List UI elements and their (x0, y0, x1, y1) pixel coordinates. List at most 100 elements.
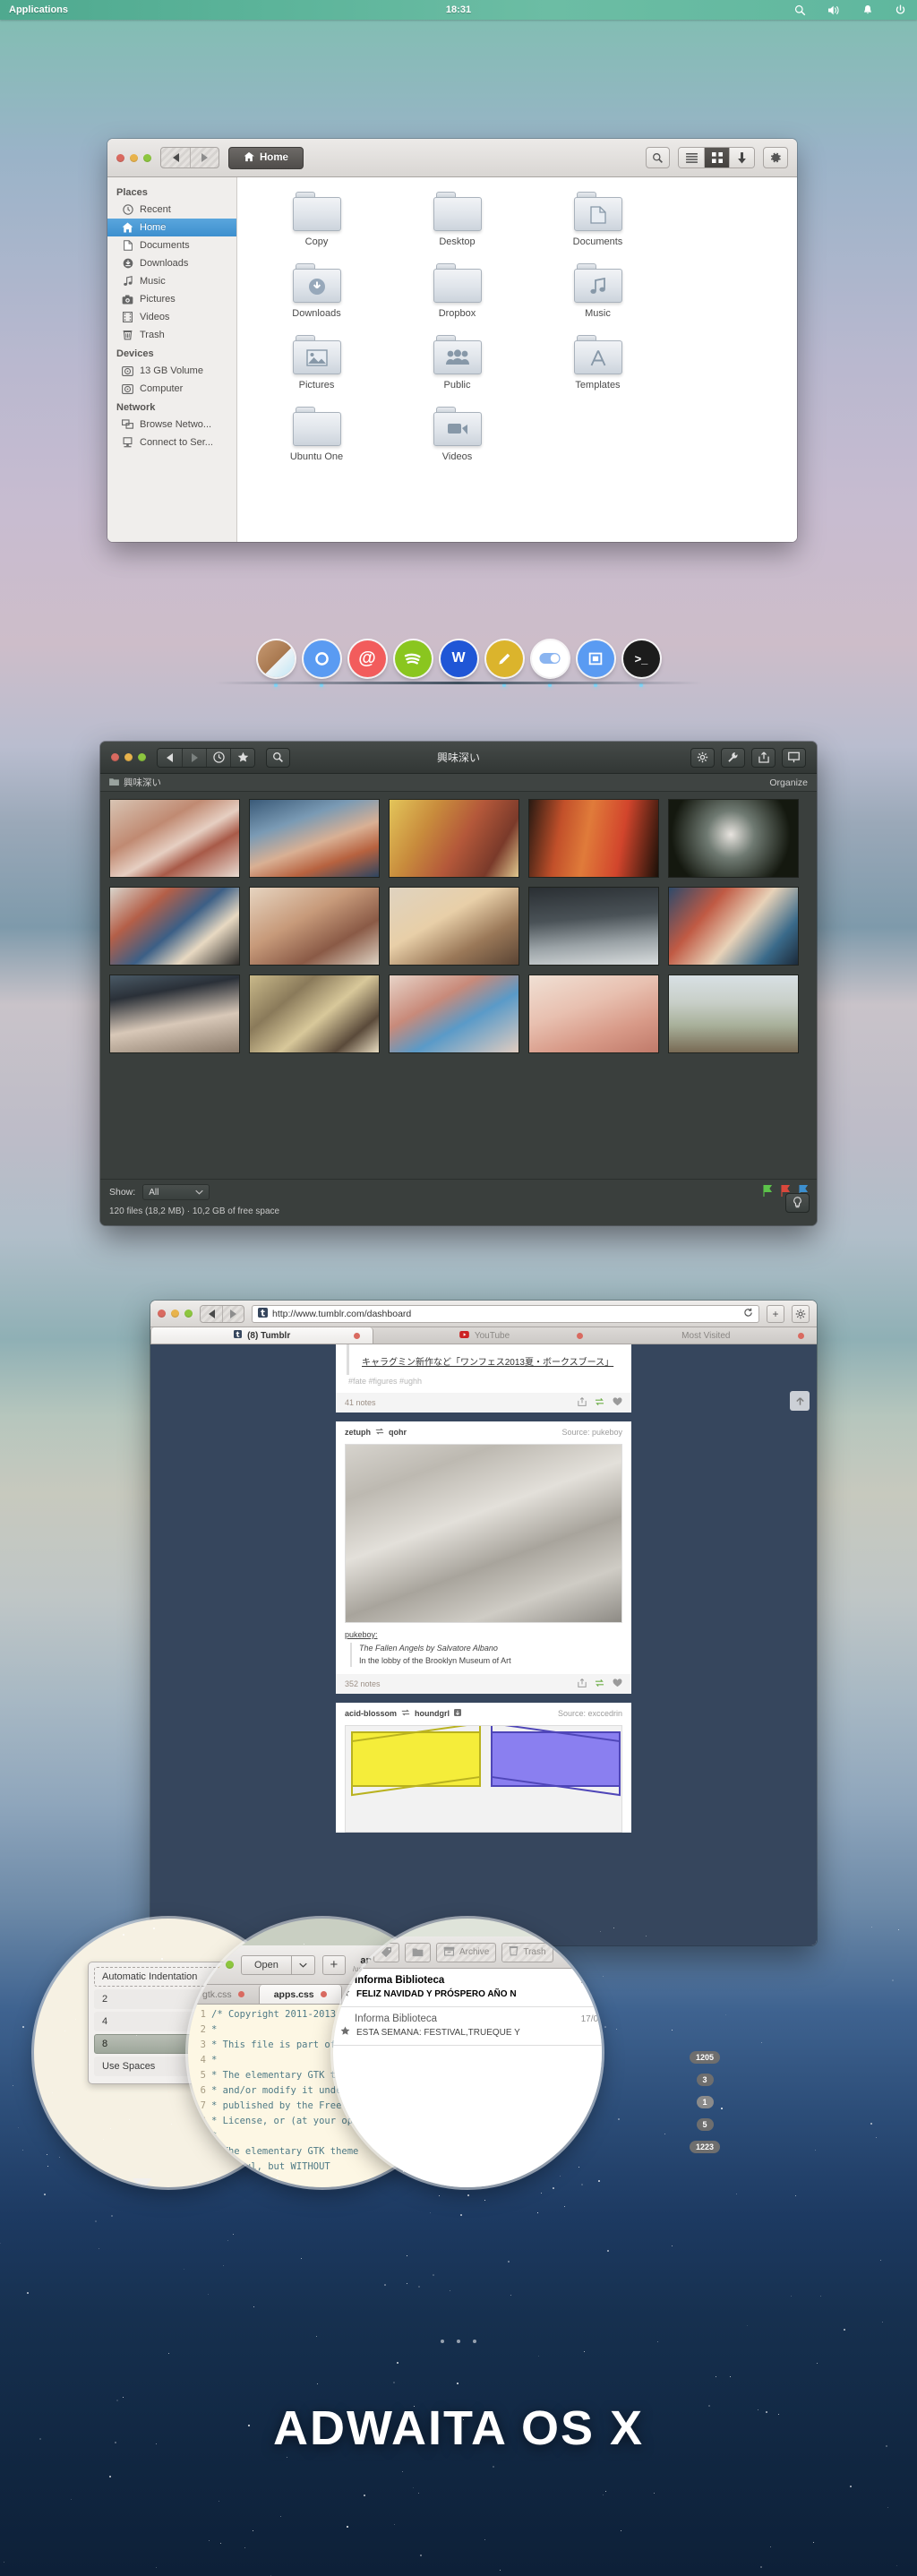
url-input[interactable]: http://www.tumblr.com/dashboard (252, 1304, 759, 1323)
tumblr-post[interactable]: zetuph qohr Source: pukeboy pukeboy: The… (336, 1421, 631, 1694)
window-controls[interactable] (111, 753, 146, 761)
file-item[interactable]: Dropbox (387, 263, 527, 319)
dock-item-writer[interactable]: W (440, 640, 477, 677)
file-item[interactable]: Pictures (246, 335, 387, 391)
maximize-button[interactable] (138, 753, 146, 761)
forward-icon[interactable] (182, 748, 206, 767)
star-icon[interactable] (230, 748, 254, 767)
info-bulb-icon[interactable] (785, 1193, 810, 1213)
close-icon[interactable] (237, 1991, 244, 1997)
photo-thumbnail[interactable] (249, 799, 380, 878)
scroll-to-top-icon[interactable] (790, 1391, 810, 1411)
sidebar-item-volume[interactable]: 13 GB Volume (107, 362, 236, 380)
chevron-down-icon[interactable] (291, 1954, 315, 1975)
browser-nav-buttons[interactable] (200, 1304, 244, 1323)
reload-icon[interactable] (743, 1308, 753, 1320)
photo-thumbnail[interactable] (528, 799, 659, 878)
gear-icon[interactable] (763, 147, 788, 168)
file-item[interactable]: Downloads (246, 263, 387, 319)
dock-item-screenshot[interactable] (577, 640, 614, 687)
dock-item-spotify[interactable] (394, 640, 432, 677)
carousel-dot[interactable] (441, 2340, 444, 2343)
browser-viewport[interactable]: キャラグミン新作など「ワンフェス2013夏・ボークスブース」 #fate #fi… (150, 1344, 817, 1945)
gear-icon[interactable] (792, 1304, 810, 1323)
dock-item-notes[interactable] (485, 640, 523, 687)
pen-icon[interactable] (342, 1942, 368, 1962)
photo-thumbnail[interactable] (528, 887, 659, 966)
post-author[interactable]: acid-blossom (345, 1709, 397, 1718)
photo-thumbnail[interactable] (668, 975, 799, 1053)
dock-item-browser[interactable] (303, 640, 340, 687)
photo-thumbnail[interactable] (109, 975, 240, 1053)
dock-item-terminal[interactable]: >_ (622, 640, 660, 687)
close-icon[interactable] (354, 1332, 361, 1339)
browser-window[interactable]: http://www.tumblr.com/dashboard + (8) Tu… (150, 1301, 817, 1945)
post-image[interactable] (345, 1725, 622, 1833)
mail-row[interactable]: Informa Biblioteca 17/04/1 ESTA SEMANA: … (333, 2007, 602, 2046)
tab-most-visited[interactable]: Most Visited (596, 1327, 817, 1344)
editor-tab-apps-css[interactable]: apps.css (258, 1985, 342, 2004)
close-icon[interactable] (797, 1332, 804, 1339)
sidebar[interactable]: Places Recent Home Documents Downloads M… (107, 177, 237, 542)
slideshow-icon[interactable] (782, 747, 806, 768)
tab-tumblr[interactable]: (8) Tumblr (150, 1327, 374, 1344)
trash-button[interactable]: Trash (501, 1942, 553, 1962)
back-icon[interactable] (158, 748, 182, 767)
post-source[interactable]: Source: exccedrin (558, 1709, 622, 1718)
sidebar-item-downloads[interactable]: Downloads (107, 254, 236, 272)
sidebar-item-trash[interactable]: Trash (107, 326, 236, 344)
photo-thumbnail[interactable] (109, 799, 240, 878)
minimize-button[interactable] (130, 153, 138, 162)
green-flag-icon[interactable] (763, 1185, 773, 1199)
file-item[interactable]: Music (527, 263, 668, 319)
dock[interactable]: @ W >_ (215, 632, 702, 687)
mail-row[interactable]: Informa Biblioteca 20/12/1 FELIZ NAVIDAD… (333, 1969, 602, 2007)
post-author[interactable]: zetuph (345, 1428, 371, 1437)
close-icon[interactable] (576, 1332, 583, 1339)
minimize-button[interactable] (124, 753, 133, 761)
close-button[interactable] (199, 1961, 207, 1969)
post-notes-count[interactable]: 352 notes (345, 1679, 381, 1688)
power-icon[interactable] (895, 4, 906, 16)
photo-thumbnail[interactable] (249, 887, 380, 966)
close-icon[interactable] (320, 1991, 327, 1997)
wrench-icon[interactable] (721, 747, 745, 768)
file-item[interactable]: Copy (246, 192, 387, 247)
clock[interactable]: 18:31 (446, 4, 471, 15)
photo-thumbnail[interactable] (528, 975, 659, 1053)
share-icon[interactable] (578, 1679, 587, 1689)
minimize-button[interactable] (212, 1961, 220, 1969)
search-icon[interactable] (794, 4, 806, 16)
photo-thumbnail[interactable] (389, 799, 519, 878)
photo-nav-group[interactable] (157, 747, 255, 768)
photo-grid[interactable] (100, 792, 817, 1168)
post-caption-author[interactable]: pukeboy: (345, 1630, 378, 1639)
tab-youtube[interactable]: YouTube (373, 1327, 595, 1344)
back-button[interactable] (161, 148, 190, 167)
photo-manager-window[interactable]: 興味深い 興味深い Organize Show: All 120 files (… (100, 742, 817, 1225)
forward-button[interactable] (222, 1305, 244, 1322)
mail-toolbar[interactable]: Archive Trash (333, 1936, 602, 1969)
window-controls[interactable] (158, 1309, 193, 1318)
applications-menu[interactable]: Applications (9, 4, 68, 15)
sidebar-item-browse-network[interactable]: Browse Netwo... (107, 416, 236, 434)
post-link-title[interactable]: キャラグミン新作など「ワンフェス2013夏・ボークスブース」 (362, 1358, 613, 1368)
close-button[interactable] (116, 153, 124, 162)
view-mode-switcher[interactable] (678, 147, 755, 168)
like-icon[interactable] (613, 1397, 622, 1408)
breadcrumb[interactable]: Home (228, 146, 304, 169)
window-controls[interactable] (199, 1961, 234, 1969)
clock-icon[interactable] (206, 748, 230, 767)
carousel-dot[interactable] (473, 2340, 476, 2343)
file-item[interactable]: Desktop (387, 192, 527, 247)
search-icon[interactable] (266, 747, 290, 768)
dock-item-switchboard[interactable] (531, 640, 569, 687)
sidebar-item-connect-server[interactable]: Connect to Ser... (107, 434, 236, 451)
like-icon[interactable] (613, 1679, 622, 1689)
minimize-button[interactable] (171, 1309, 179, 1318)
dock-item-files[interactable] (257, 640, 295, 687)
tumblr-post[interactable]: キャラグミン新作など「ワンフェス2013夏・ボークスブース」 #fate #fi… (336, 1344, 631, 1413)
photo-thumbnail[interactable] (109, 887, 240, 966)
dock-item-mail[interactable]: @ (348, 640, 386, 677)
organize-button[interactable]: Organize (769, 777, 808, 788)
